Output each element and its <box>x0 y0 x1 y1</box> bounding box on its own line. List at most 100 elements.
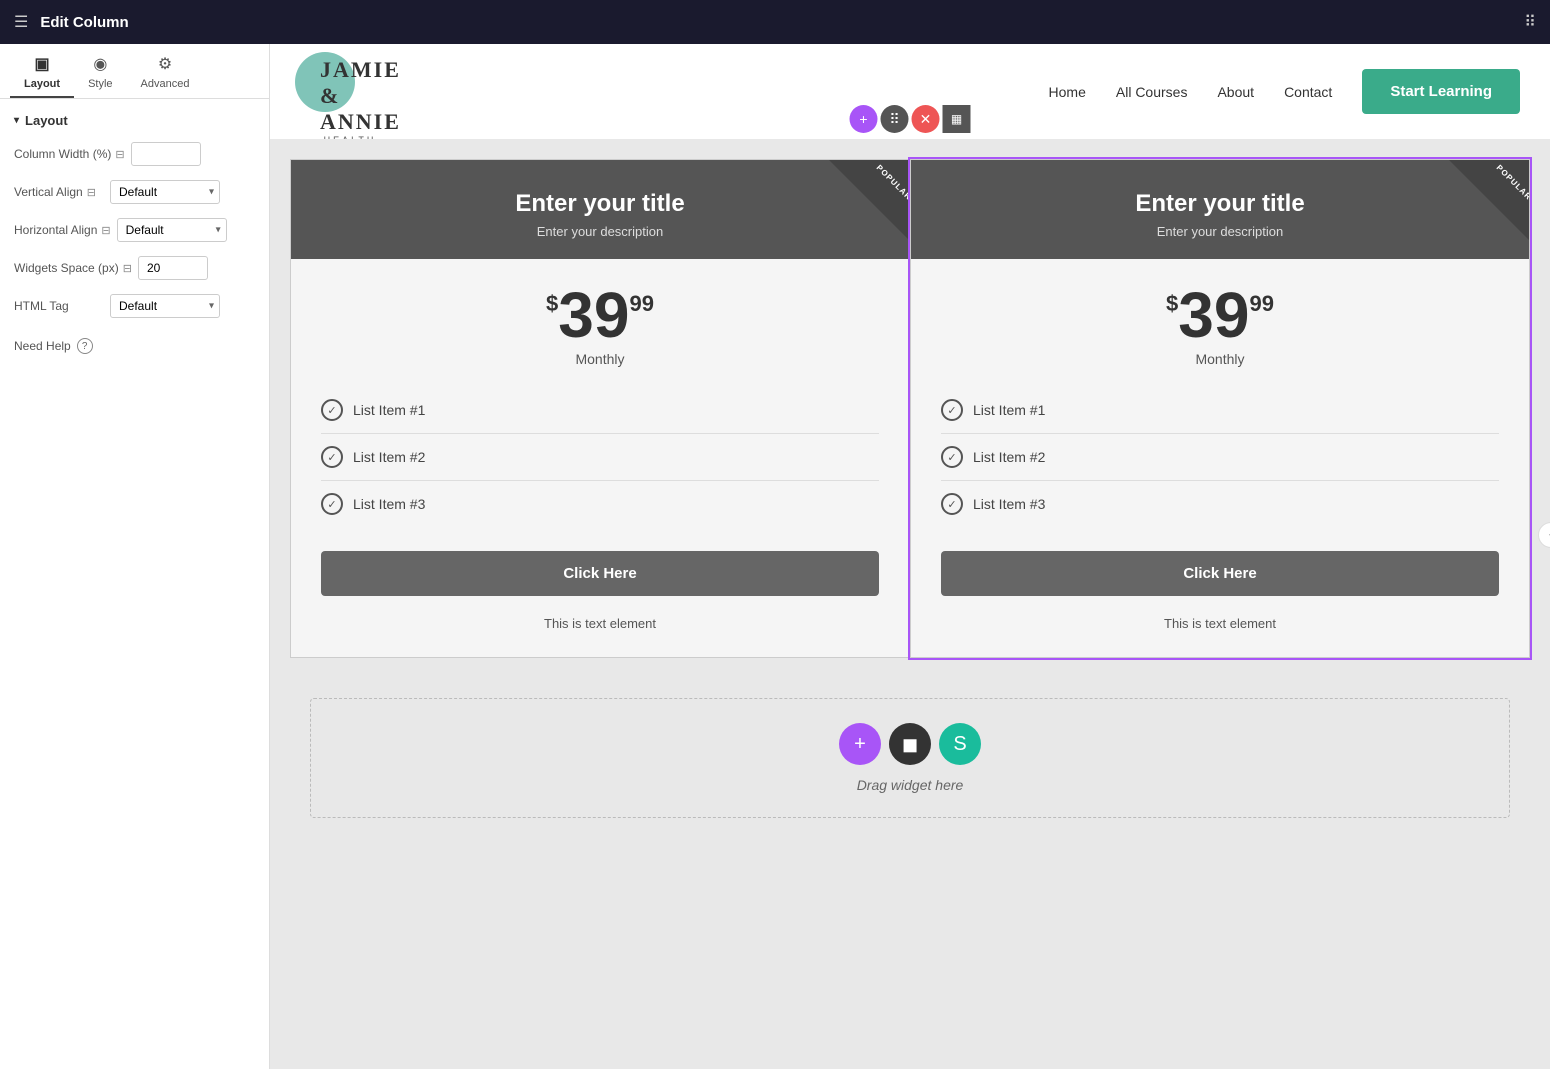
widgets-space-input[interactable] <box>138 256 208 280</box>
price-period-2: Monthly <box>921 351 1519 367</box>
cta-button-2[interactable]: Click Here <box>941 551 1499 596</box>
horizontal-align-wrapper: DefaultLeftCenterRight <box>117 218 227 242</box>
main-area: ▣ Layout ◉ Style ⚙ Advanced ▾ Layout Col… <box>0 44 1550 1069</box>
price-cents-2: 99 <box>1249 291 1273 317</box>
responsive-icon-va: ⊟ <box>87 186 96 199</box>
tab-style-label: Style <box>88 78 112 90</box>
widgets-space-label: Widgets Space (px) ⊟ <box>14 261 132 275</box>
column-width-row: Column Width (%) ⊟ <box>14 142 255 166</box>
tab-layout-label: Layout <box>24 78 60 90</box>
tabs-row: ▣ Layout ◉ Style ⚙ Advanced <box>0 44 269 99</box>
price-dollar-2: $ <box>1166 291 1178 317</box>
cta-button-1[interactable]: Click Here <box>321 551 879 596</box>
widget-type-1-icon[interactable]: ◼ <box>889 723 931 765</box>
list-item: ✓ List Item #2 <box>321 434 879 481</box>
list-item: ✓ List Item #3 <box>941 481 1499 527</box>
horizontal-align-label: Horizontal Align ⊟ <box>14 223 111 237</box>
popular-badge-text-2: POPULAR <box>1494 163 1529 202</box>
drag-widget-icons: + ◼ S <box>839 723 981 765</box>
responsive-icon-ws: ⊟ <box>123 262 132 275</box>
move-column-button[interactable]: ⠿ <box>881 105 909 133</box>
pricing-section: + ⠿ ✕ ▦ Enter your title Enter your desc… <box>270 139 1550 678</box>
grid-icon[interactable]: ⠿ <box>1524 12 1536 32</box>
nav-links: Home All Courses About Contact Start Lea… <box>1049 69 1520 114</box>
drag-widget-text: Drag widget here <box>857 777 964 793</box>
tab-style[interactable]: ◉ Style <box>74 44 126 98</box>
top-bar-title: Edit Column <box>40 14 128 31</box>
pricing-column-2: Enter your title Enter your description … <box>910 159 1530 658</box>
list-items-2: ✓ List Item #1 ✓ List Item #2 ✓ List Ite… <box>911 377 1529 537</box>
price-main-1: 39 <box>558 283 629 347</box>
tab-advanced[interactable]: ⚙ Advanced <box>127 44 204 98</box>
list-item: ✓ List Item #2 <box>941 434 1499 481</box>
help-icon: ? <box>77 338 93 354</box>
column-width-input[interactable] <box>131 142 201 166</box>
pricing-desc-1: Enter your description <box>311 224 889 239</box>
pricing-price-1: $ 39 99 Monthly <box>291 259 909 377</box>
responsive-icon-ha: ⊟ <box>101 224 110 237</box>
list-item: ✓ List Item #3 <box>321 481 879 527</box>
layout-tab-icon: ▣ <box>34 54 49 74</box>
logo-area: JAMIE & ANNIE HEALTH & NUTRITION <box>300 57 380 127</box>
check-icon-1-2: ✓ <box>321 446 343 468</box>
pricing-header-1: Enter your title Enter your description … <box>291 160 909 259</box>
top-bar: ☰ Edit Column ⠿ <box>0 0 1550 44</box>
need-help-label: Need Help <box>14 339 71 353</box>
canvas-area: JAMIE & ANNIE HEALTH & NUTRITION Home Al… <box>270 44 1550 1069</box>
text-element-2: This is text element <box>911 610 1529 637</box>
check-icon-2-1: ✓ <box>941 399 963 421</box>
list-item: ✓ List Item #1 <box>941 387 1499 434</box>
hamburger-icon[interactable]: ☰ <box>14 12 28 32</box>
html-tag-select[interactable]: Defaultdivsectionarticle <box>110 294 220 318</box>
responsive-icon-cw: ⊟ <box>115 148 124 161</box>
text-element-1: This is text element <box>291 610 909 637</box>
pricing-price-2: $ 39 99 Monthly <box>911 259 1529 377</box>
tab-layout[interactable]: ▣ Layout <box>10 44 74 98</box>
check-icon-2-2: ✓ <box>941 446 963 468</box>
add-widget-icon[interactable]: + <box>839 723 881 765</box>
html-tag-label: HTML Tag <box>14 299 104 313</box>
style-tab-icon: ◉ <box>93 54 107 74</box>
html-tag-wrapper: Defaultdivsectionarticle <box>110 294 220 318</box>
pricing-column-1: Enter your title Enter your description … <box>290 159 910 658</box>
vertical-align-wrapper: DefaultTopMiddleBottom <box>110 180 220 204</box>
vertical-align-label: Vertical Align ⊟ <box>14 185 104 199</box>
tab-advanced-label: Advanced <box>141 78 190 90</box>
panel-content: ▾ Layout Column Width (%) ⊟ Vertical Ali… <box>0 99 269 1069</box>
popular-ribbon-1: POPULAR <box>829 160 909 240</box>
column-controls: + ⠿ ✕ ▦ <box>850 105 971 133</box>
list-item-text-1-3: List Item #3 <box>353 496 425 512</box>
list-item-text-1-1: List Item #1 <box>353 402 425 418</box>
advanced-tab-icon: ⚙ <box>158 54 172 74</box>
list-item-text-2-3: List Item #3 <box>973 496 1045 512</box>
close-column-button[interactable]: ✕ <box>912 105 940 133</box>
price-dollar-1: $ <box>546 291 558 317</box>
nav-all-courses[interactable]: All Courses <box>1116 84 1188 100</box>
list-item: ✓ List Item #1 <box>321 387 879 434</box>
list-items-1: ✓ List Item #1 ✓ List Item #2 ✓ List Ite… <box>291 377 909 537</box>
column-settings-button[interactable]: ▦ <box>943 105 971 133</box>
list-item-text-2-2: List Item #2 <box>973 449 1045 465</box>
nav-contact[interactable]: Contact <box>1284 84 1332 100</box>
horizontal-align-select[interactable]: DefaultLeftCenterRight <box>117 218 227 242</box>
pricing-columns: Enter your title Enter your description … <box>290 159 1530 658</box>
start-learning-button[interactable]: Start Learning <box>1362 69 1520 114</box>
vertical-align-select[interactable]: DefaultTopMiddleBottom <box>110 180 220 204</box>
check-icon-1-1: ✓ <box>321 399 343 421</box>
nav-home[interactable]: Home <box>1049 84 1086 100</box>
widget-type-2-icon[interactable]: S <box>939 723 981 765</box>
list-item-text-2-1: List Item #1 <box>973 402 1045 418</box>
price-cents-1: 99 <box>629 291 653 317</box>
need-help[interactable]: Need Help ? <box>14 338 255 354</box>
column-width-label: Column Width (%) ⊟ <box>14 147 125 161</box>
popular-ribbon-2: POPULAR <box>1449 160 1529 240</box>
add-column-button[interactable]: + <box>850 105 878 133</box>
pricing-title-2: Enter your title <box>931 190 1509 218</box>
logo-brand: JAMIE & ANNIE <box>320 57 380 135</box>
check-icon-2-3: ✓ <box>941 493 963 515</box>
pricing-desc-2: Enter your description <box>931 224 1509 239</box>
drag-widget-section: + ◼ S Drag widget here <box>310 698 1510 818</box>
arrow-icon: ▾ <box>14 115 19 126</box>
nav-about[interactable]: About <box>1217 84 1254 100</box>
drag-widget-outer: + ◼ S Drag widget here <box>270 678 1550 838</box>
